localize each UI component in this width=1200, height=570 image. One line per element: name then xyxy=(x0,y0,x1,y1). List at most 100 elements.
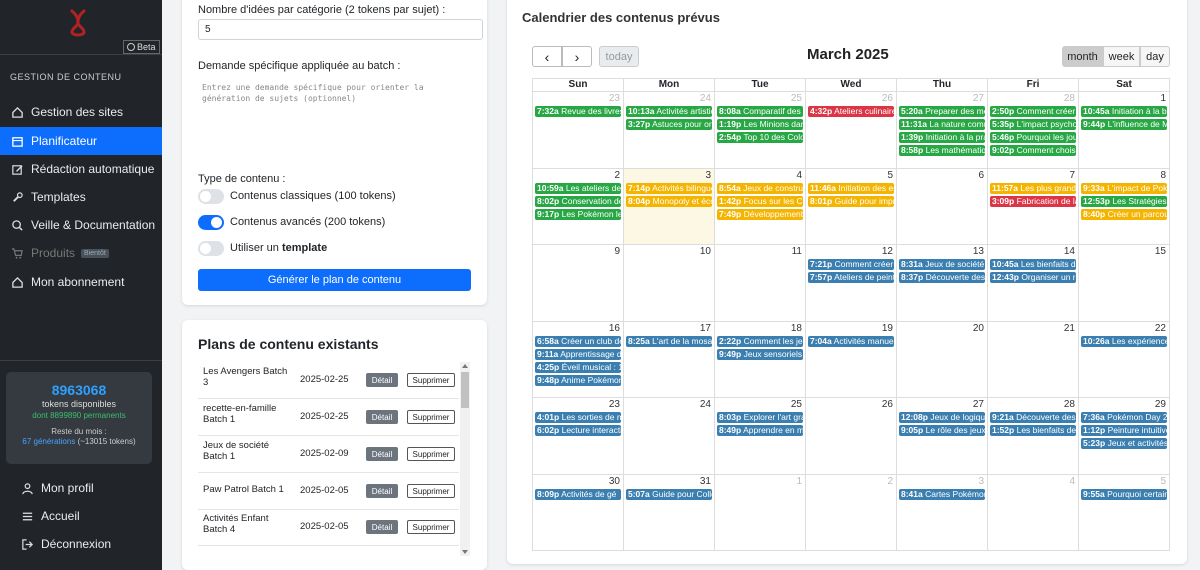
prev-month-button[interactable]: ‹ xyxy=(532,46,562,67)
ideas-per-category-input[interactable]: 5 xyxy=(198,19,483,40)
today-button[interactable]: today xyxy=(599,46,639,67)
view-week-button[interactable]: week xyxy=(1103,46,1140,67)
delete-button[interactable]: Supprimer xyxy=(407,410,455,424)
calendar-event[interactable]: 8:03p Explorer l'art graphique xyxy=(717,412,803,423)
sidebar-item-veille[interactable]: Veille & Documentation xyxy=(0,211,162,239)
day-number[interactable]: 5 xyxy=(1160,476,1166,487)
calendar-event[interactable]: 7:36a Pokémon Day 2 xyxy=(1081,412,1167,423)
calendar-day-cell[interactable]: 30 8:09p Activités de gé xyxy=(532,473,624,551)
sidebar-item-profil[interactable]: Mon profil xyxy=(0,474,162,502)
day-number[interactable]: 21 xyxy=(1064,323,1075,334)
calendar-event[interactable]: 7:49p Développement xyxy=(717,208,803,220)
calendar-day-cell[interactable]: 7 11:57a Les plus grands 3:09p Fabrication… xyxy=(987,167,1079,245)
day-number[interactable]: 24 xyxy=(700,93,711,104)
calendar-day-cell[interactable]: 2 xyxy=(805,473,897,551)
day-number[interactable]: 14 xyxy=(1064,246,1075,257)
sidebar-item-sites[interactable]: Gestion des sites xyxy=(0,98,162,126)
day-number[interactable]: 15 xyxy=(1155,246,1166,257)
calendar-day-cell[interactable]: 26 xyxy=(805,397,897,475)
calendar-day-cell[interactable]: 15 xyxy=(1078,244,1170,322)
day-number[interactable]: 25 xyxy=(791,93,802,104)
calendar-event[interactable]: 1:39p Initiation à la pratique xyxy=(899,132,985,143)
calendar-day-cell[interactable]: 23 7:32a Revue des livres xyxy=(532,91,624,169)
day-number[interactable]: 28 xyxy=(1064,93,1075,104)
calendar-event[interactable]: 5:23p Jeux et activités xyxy=(1081,438,1167,449)
day-number[interactable]: 9 xyxy=(614,246,620,257)
calendar-event[interactable]: 8:54a Jeux de construction xyxy=(717,182,803,194)
calendar-event[interactable]: 8:37p Découverte des xyxy=(899,272,985,283)
day-number[interactable]: 18 xyxy=(791,323,802,334)
calendar-event[interactable]: 10:45a Initiation à la bande xyxy=(1081,106,1167,117)
calendar-day-cell[interactable]: 1 xyxy=(714,473,806,551)
day-number[interactable]: 23 xyxy=(609,399,620,410)
day-number[interactable]: 11 xyxy=(792,246,802,257)
day-number[interactable]: 17 xyxy=(700,323,711,334)
calendar-event[interactable]: 11:46a Initiation des enfants xyxy=(808,182,894,194)
toggle-classic-content[interactable] xyxy=(198,189,224,204)
calendar-event[interactable]: 6:02p Lecture interactive xyxy=(535,425,621,436)
day-number[interactable]: 29 xyxy=(1155,399,1166,410)
day-number[interactable]: 3 xyxy=(705,170,711,181)
day-number[interactable]: 2 xyxy=(887,476,893,487)
day-number[interactable]: 16 xyxy=(609,323,620,334)
sidebar-item-redaction[interactable]: Rédaction automatique xyxy=(0,155,162,183)
day-number[interactable]: 27 xyxy=(973,399,984,410)
calendar-day-cell[interactable]: 27 5:20a Preparer des menus 11:31a La natu… xyxy=(896,91,988,169)
calendar-day-cell[interactable]: 48:54a Jeux de construction1:42p Focus s… xyxy=(714,167,806,245)
day-number[interactable]: 2 xyxy=(614,170,620,181)
calendar-day-cell[interactable]: 29 7:36a Pokémon Day 2 1:12p Peinture intu… xyxy=(1078,397,1170,475)
day-number[interactable]: 24 xyxy=(700,399,711,410)
view-day-button[interactable]: day xyxy=(1140,46,1170,67)
calendar-day-cell[interactable]: 21 xyxy=(987,320,1079,398)
calendar-event[interactable]: 9:11a Apprentissage de xyxy=(535,348,621,360)
calendar-event[interactable]: 7:14p Activités bilingues xyxy=(626,182,712,194)
detail-button[interactable]: Détail xyxy=(366,447,398,461)
sidebar-item-deconnexion[interactable]: Déconnexion xyxy=(0,530,162,558)
calendar-event[interactable]: 8:41a Cartes Pokémon xyxy=(899,488,985,500)
calendar-event[interactable]: 1:19p Les Minions dans xyxy=(717,119,803,130)
calendar-day-cell[interactable]: 28 9:21a Découverte des 1:52p Les bienfait… xyxy=(987,397,1079,475)
calendar-day-cell[interactable]: 178:25a L'art de la mosaïque xyxy=(623,320,715,398)
calendar-event[interactable]: 4:32p Ateliers culinaires xyxy=(808,106,894,117)
calendar-event[interactable]: 8:25a L'art de la mosaïque xyxy=(626,335,712,347)
calendar-event[interactable]: 8:04p Monopoly et éco xyxy=(626,195,712,207)
brand-logo-icon[interactable] xyxy=(64,8,92,38)
toggle-use-template[interactable] xyxy=(198,241,224,256)
day-number[interactable]: 4 xyxy=(1069,476,1075,487)
calendar-event[interactable]: 9:49p Jeux sensoriels xyxy=(717,348,803,360)
calendar-day-cell[interactable]: 10 xyxy=(623,244,715,322)
calendar-event[interactable]: 10:45a Les bienfaits de xyxy=(990,259,1076,270)
calendar-event[interactable]: 1:42p Focus sur les Contes xyxy=(717,195,803,207)
calendar-event[interactable]: 12:53p Les Stratégies xyxy=(1081,195,1167,207)
day-number[interactable]: 26 xyxy=(882,399,893,410)
detail-button[interactable]: Détail xyxy=(366,410,398,424)
toggle-advanced-content[interactable] xyxy=(198,215,224,230)
calendar-event[interactable]: 8:58p Les mathématiques xyxy=(899,145,985,156)
calendar-event[interactable]: 8:31a Jeux de société xyxy=(899,259,985,270)
delete-button[interactable]: Supprimer xyxy=(407,447,455,461)
calendar-event[interactable]: 8:40p Créer un parcours xyxy=(1081,208,1167,220)
calendar-day-cell[interactable]: 24 10:13a Activités artistiques 3:27p Astu… xyxy=(623,91,715,169)
calendar-day-cell[interactable]: 27 12:08p Jeux de logique 9:05p Le rôle de… xyxy=(896,397,988,475)
calendar-event[interactable]: 5:46p Pourquoi les jouets xyxy=(990,132,1076,143)
day-number[interactable]: 10 xyxy=(700,246,711,257)
calendar-event[interactable]: 10:26a Les expériences xyxy=(1081,335,1167,347)
calendar-event[interactable]: 2:22p Comment les jeux xyxy=(717,335,803,347)
calendar-event[interactable]: 6:58a Créer un club de xyxy=(535,335,621,347)
calendar-event[interactable]: 12:08p Jeux de logique xyxy=(899,412,985,423)
calendar-event[interactable]: 9:48p Anime Pokémon xyxy=(535,374,621,386)
calendar-day-cell[interactable]: 258:03p Explorer l'art graphique8:49p Ap… xyxy=(714,397,806,475)
day-number[interactable]: 1 xyxy=(1160,93,1166,104)
calendar-event[interactable]: 9:55a Pourquoi certains xyxy=(1081,488,1167,500)
day-number[interactable]: 3 xyxy=(978,476,984,487)
calendar-event[interactable]: 8:09p Activités de gé xyxy=(535,488,621,500)
scrollbar-thumb[interactable] xyxy=(461,372,469,408)
day-number[interactable]: 31 xyxy=(700,476,711,487)
calendar-day-cell[interactable]: 31 5:07a Guide pour Colle xyxy=(623,473,715,551)
calendar-event[interactable]: 11:31a La nature comme xyxy=(899,119,985,130)
calendar-event[interactable]: 11:57a Les plus grands xyxy=(990,182,1076,194)
calendar-event[interactable]: 9:33a L'impact de Pokémon xyxy=(1081,182,1167,194)
calendar-day-cell[interactable]: 37:14p Activités bilingues8:04p Monopoly… xyxy=(623,167,715,245)
sidebar-item-abonnement[interactable]: Mon abonnement xyxy=(0,268,162,296)
calendar-event[interactable]: 7:04a Activités manuelles xyxy=(808,335,894,347)
